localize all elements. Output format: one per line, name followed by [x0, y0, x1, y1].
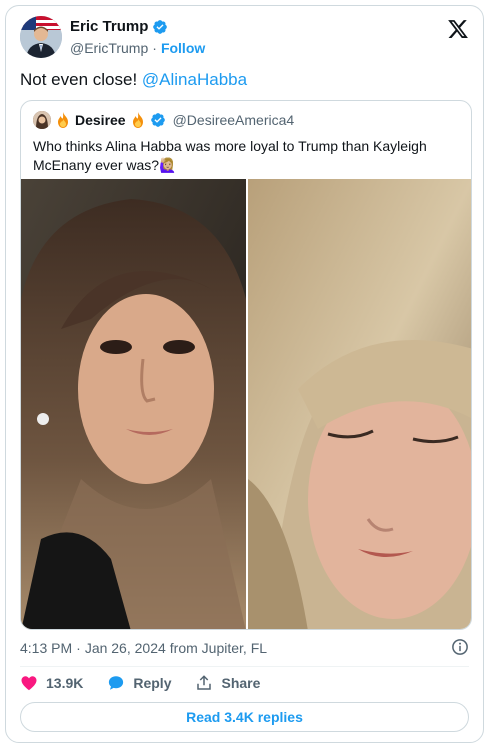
reply-bubble-icon — [109, 676, 124, 690]
tweet-meta: 4:13 PM · Jan 26, 2024 from Jupiter, FL — [20, 640, 267, 656]
quoted-image-right[interactable] — [248, 179, 471, 629]
tweet-text: Not even close! @AlinaHabba — [20, 70, 247, 90]
quoted-image-left[interactable] — [21, 179, 246, 629]
fire-emoji-icon — [132, 112, 143, 128]
separator-dot: · — [152, 40, 157, 56]
share-label: Share — [221, 675, 261, 691]
tweet-body: Not even close! — [20, 70, 142, 89]
reply-label: Reply — [133, 675, 172, 691]
author-name[interactable]: Eric Trump — [70, 18, 148, 35]
info-icon[interactable] — [451, 638, 469, 656]
follow-button[interactable]: Follow — [161, 40, 205, 56]
tweet-date[interactable]: Jan 26, 2024 — [85, 640, 166, 656]
quoted-header: Desiree @DesireeAmerica4 — [33, 111, 294, 129]
reply-button[interactable]: Reply — [107, 674, 171, 692]
verified-badge-icon — [150, 113, 165, 127]
quoted-author-handle[interactable]: @DesireeAmerica4 — [173, 112, 295, 128]
verified-badge-icon — [153, 19, 168, 34]
mention-link[interactable]: @AlinaHabba — [142, 70, 247, 89]
read-replies-button[interactable]: Read 3.4K replies — [20, 702, 469, 732]
quoted-text: Who thinks Alina Habba was more loyal to… — [33, 138, 427, 173]
author-name-line: Eric Trump — [70, 18, 168, 35]
quoted-media — [21, 179, 471, 629]
read-replies-label: Read 3.4K replies — [186, 709, 303, 725]
author-avatar[interactable] — [20, 16, 62, 58]
quoted-avatar[interactable] — [33, 111, 51, 129]
separator-dot: · — [76, 640, 81, 656]
divider — [20, 666, 469, 667]
share-icon — [197, 675, 212, 690]
fire-emoji-icon — [58, 112, 68, 128]
author-handle[interactable]: @EricTrump — [70, 40, 148, 56]
tweet-source: from Jupiter, FL — [169, 640, 268, 656]
tweet-time[interactable]: 4:13 PM — [20, 640, 72, 656]
quoted-tweet[interactable]: Desiree @DesireeAmerica4 Who thinks Alin… — [20, 100, 472, 630]
heart-icon — [21, 676, 37, 691]
share-button[interactable]: Share — [195, 674, 260, 692]
action-bar: 13.9K Reply Share — [20, 674, 260, 692]
like-button[interactable]: 13.9K — [20, 674, 83, 692]
x-logo-icon[interactable] — [447, 18, 469, 40]
quoted-author-name[interactable]: Desiree — [75, 112, 126, 128]
like-count: 13.9K — [46, 675, 84, 691]
tweet-card: Eric Trump @EricTrump · Follow Not even … — [5, 5, 484, 743]
author-handle-line: @EricTrump · Follow — [70, 40, 205, 56]
